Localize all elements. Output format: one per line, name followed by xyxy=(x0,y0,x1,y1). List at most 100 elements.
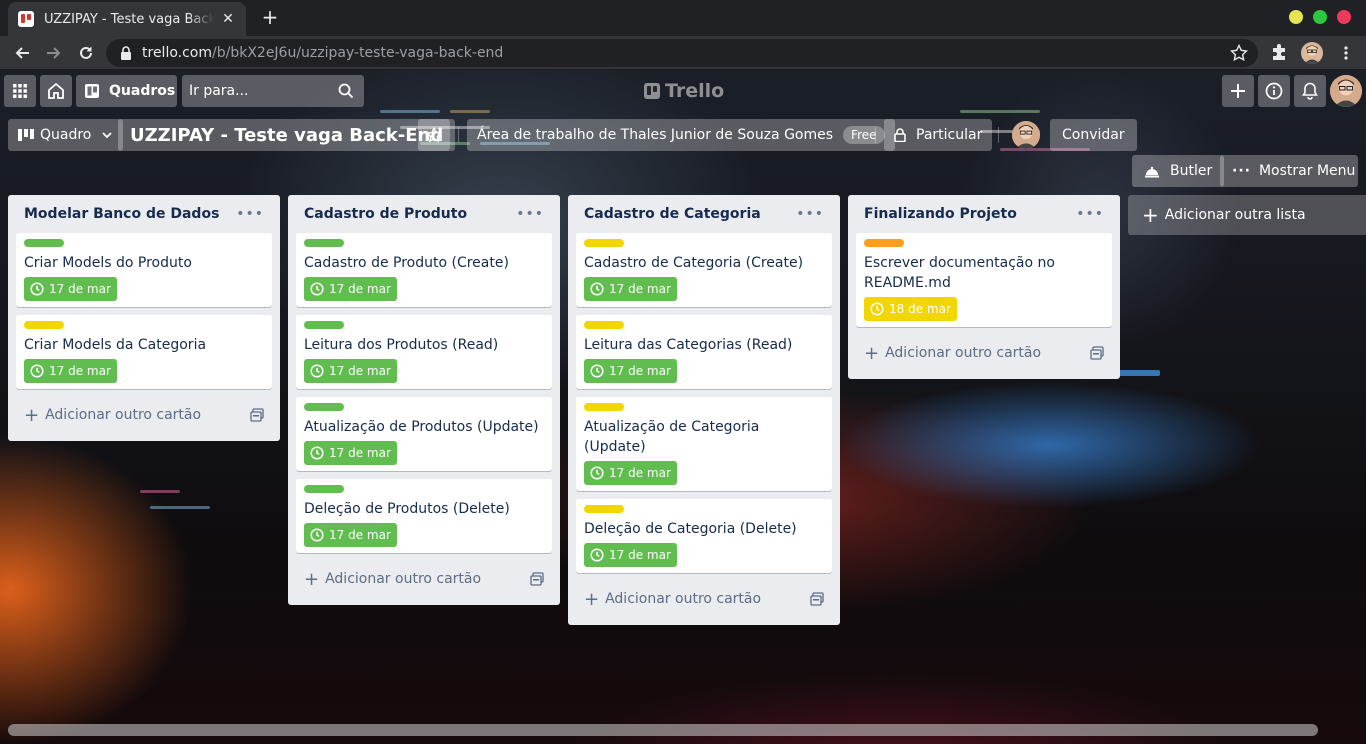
extensions-puzzle-icon[interactable] xyxy=(1270,43,1288,61)
home-button[interactable] xyxy=(40,75,72,107)
clock-icon xyxy=(30,364,44,378)
card[interactable]: Escrever documentação no README.md 18 de … xyxy=(856,233,1112,327)
add-card-button[interactable]: + Adicionar outro cartão xyxy=(296,561,552,597)
reload-icon[interactable] xyxy=(74,41,98,65)
card[interactable]: Cadastro de Produto (Create) 17 de mar xyxy=(296,233,552,307)
add-card-button[interactable]: + Adicionar outro cartão xyxy=(856,335,1112,371)
add-list-button[interactable]: + Adicionar outra lista xyxy=(1128,195,1366,235)
trello-logo[interactable]: Trello xyxy=(644,80,724,102)
visibility-button[interactable]: Particular xyxy=(884,119,993,151)
header-divider xyxy=(998,127,999,143)
plus-icon: + xyxy=(1142,203,1159,227)
card[interactable]: Leitura dos Produtos (Read) 17 de mar xyxy=(296,315,552,389)
boards-label: Quadros xyxy=(109,83,176,99)
due-date-badge[interactable]: 17 de mar xyxy=(304,441,397,465)
card-label-yellow[interactable] xyxy=(584,239,624,247)
bookmark-star-icon[interactable] xyxy=(1230,44,1248,62)
card-label-green[interactable] xyxy=(304,485,344,493)
card-title: Escrever documentação no README.md xyxy=(864,255,1055,291)
due-date-badge[interactable]: 17 de mar xyxy=(304,277,397,301)
search-input[interactable]: Ir para... xyxy=(182,75,364,107)
clock-icon xyxy=(310,282,324,296)
card-label-yellow[interactable] xyxy=(24,321,64,329)
card-template-icon[interactable] xyxy=(530,572,544,586)
card-label-yellow[interactable] xyxy=(584,505,624,513)
card-label-green[interactable] xyxy=(304,403,344,411)
list-title[interactable]: Cadastro de Categoria xyxy=(584,206,761,222)
back-icon[interactable] xyxy=(10,41,34,65)
browser-profile-avatar[interactable] xyxy=(1301,42,1323,64)
card-template-icon[interactable] xyxy=(810,592,824,606)
card-template-icon[interactable] xyxy=(1090,346,1104,360)
list-menu-icon[interactable]: ••• xyxy=(1076,206,1104,222)
url-text: trello.com/b/bkX2eJ6u/uzzipay-teste-vaga… xyxy=(142,45,503,61)
invite-button[interactable]: Convidar xyxy=(1050,119,1137,151)
add-card-button[interactable]: + Adicionar outro cartão xyxy=(16,397,272,433)
board-view-switcher[interactable]: Quadro xyxy=(8,119,124,151)
board-icon xyxy=(85,84,99,98)
butler-label: Butler xyxy=(1170,163,1213,179)
member-avatar[interactable] xyxy=(1330,75,1362,107)
show-menu-button[interactable]: ··· Mostrar Menu xyxy=(1220,155,1358,187)
card-template-icon[interactable] xyxy=(250,408,264,422)
list-title[interactable]: Cadastro de Produto xyxy=(304,206,467,222)
board-member-avatar[interactable] xyxy=(1012,121,1040,149)
card[interactable]: Criar Models do Produto 17 de mar xyxy=(16,233,272,307)
card-label-yellow[interactable] xyxy=(584,321,624,329)
workspace-name: Área de trabalho de Thales Junior de Sou… xyxy=(477,127,834,143)
butler-button[interactable]: Butler xyxy=(1132,155,1225,187)
new-tab-icon[interactable]: + xyxy=(258,6,282,30)
card-label-yellow[interactable] xyxy=(584,403,624,411)
add-list-label: Adicionar outra lista xyxy=(1164,207,1306,223)
card[interactable]: Atualização de Produtos (Update) 17 de ma… xyxy=(296,397,552,471)
forward-icon[interactable] xyxy=(42,41,66,65)
star-board-button[interactable] xyxy=(418,119,450,151)
due-date-badge[interactable]: 17 de mar xyxy=(24,359,117,383)
due-date-badge[interactable]: 17 de mar xyxy=(584,461,677,485)
due-date-text: 17 de mar xyxy=(49,282,111,296)
browser-tab[interactable]: UZZIPAY - Teste vaga Back-End | Trello ✕ xyxy=(8,2,246,36)
card[interactable]: Cadastro de Categoria (Create) 17 de mar xyxy=(576,233,832,307)
clock-icon xyxy=(590,282,604,296)
card[interactable]: Criar Models da Categoria 17 de mar xyxy=(16,315,272,389)
card[interactable]: Deleção de Categoria (Delete) 17 de mar xyxy=(576,499,832,573)
browser-menu-icon[interactable] xyxy=(1334,41,1358,65)
due-date-badge[interactable]: 17 de mar xyxy=(584,543,677,567)
address-bar[interactable]: trello.com/b/bkX2eJ6u/uzzipay-teste-vaga… xyxy=(106,39,1258,67)
clock-icon xyxy=(590,466,604,480)
horizontal-scrollbar[interactable] xyxy=(8,724,1318,736)
add-card-label: Adicionar outro cartão xyxy=(605,591,762,607)
due-date-badge[interactable]: 17 de mar xyxy=(24,277,117,301)
list-menu-icon[interactable]: ••• xyxy=(796,206,824,222)
minimize-window-button[interactable] xyxy=(1289,10,1303,24)
add-card-button[interactable]: + Adicionar outro cartão xyxy=(576,581,832,617)
card[interactable]: Deleção de Produtos (Delete) 17 de mar xyxy=(296,479,552,553)
card-label-green[interactable] xyxy=(304,321,344,329)
tab-close-icon[interactable]: ✕ xyxy=(220,11,236,27)
list-title[interactable]: Finalizando Projeto xyxy=(864,206,1017,222)
card-label-green[interactable] xyxy=(304,239,344,247)
card-label-green[interactable] xyxy=(24,239,64,247)
card[interactable]: Atualização de Categoria (Update) 17 de m… xyxy=(576,397,832,491)
card[interactable]: Leitura das Categorias (Read) 17 de mar xyxy=(576,315,832,389)
due-date-badge[interactable]: 17 de mar xyxy=(304,359,397,383)
card-label-orange[interactable] xyxy=(864,239,904,247)
apps-switcher-button[interactable] xyxy=(4,75,36,107)
due-date-badge[interactable]: 17 de mar xyxy=(584,359,677,383)
list-menu-icon[interactable]: ••• xyxy=(236,206,264,222)
notifications-button[interactable] xyxy=(1294,75,1326,107)
due-date-badge[interactable]: 17 de mar xyxy=(584,277,677,301)
create-button[interactable] xyxy=(1222,75,1254,107)
info-button[interactable] xyxy=(1258,75,1290,107)
workspace-button[interactable]: Área de trabalho de Thales Junior de Sou… xyxy=(467,119,895,151)
plus-icon: + xyxy=(304,568,320,590)
list-menu-icon[interactable]: ••• xyxy=(516,206,544,222)
due-date-badge[interactable]: 17 de mar xyxy=(304,523,397,547)
board-name[interactable]: UZZIPAY - Teste vaga Back-End xyxy=(118,119,456,151)
list-title[interactable]: Modelar Banco de Dados xyxy=(24,206,219,222)
maximize-window-button[interactable] xyxy=(1313,10,1327,24)
close-window-button[interactable] xyxy=(1337,10,1351,24)
due-date-badge[interactable]: 18 de mar xyxy=(864,297,957,321)
boards-button[interactable]: Quadros xyxy=(76,75,177,107)
list-header: Cadastro de Produto ••• xyxy=(296,195,552,233)
